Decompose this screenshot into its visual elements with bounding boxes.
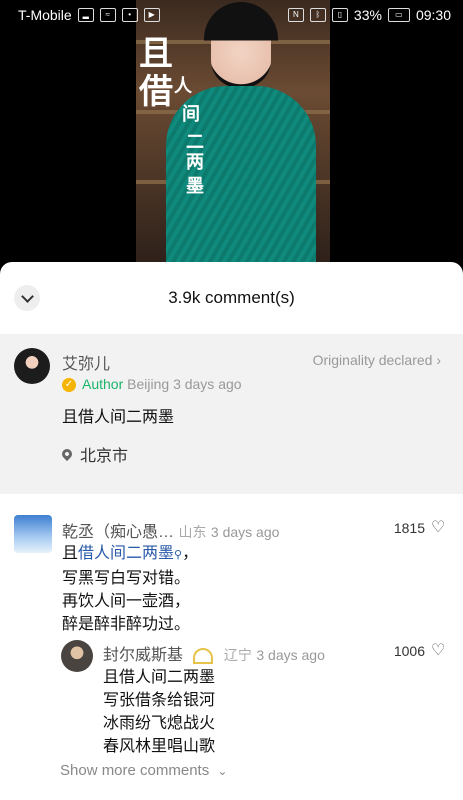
reply-line: 写张借条给银河 xyxy=(103,692,216,709)
battery-percent: 33% xyxy=(353,7,382,23)
username-text: 封尔威斯基 xyxy=(103,647,184,664)
originality-link[interactable]: Originality declared › xyxy=(313,352,441,368)
vibrate-icon: ▯ xyxy=(331,8,348,22)
wifi-icon: ≈ xyxy=(99,8,116,22)
reply-line: 春风林里唱山歌 xyxy=(103,738,216,755)
chevron-down-icon: ⌄ xyxy=(217,764,228,778)
video-title-char: 人 xyxy=(174,76,192,97)
pinned-author-comment[interactable]: 艾弥儿 Originality declared › ✓ Author Beiji… xyxy=(0,334,463,494)
app-icon: ▶ xyxy=(143,8,160,22)
reply-location: 辽宁 xyxy=(223,647,252,663)
author-meta: ✓ Author Beijing 3 days ago xyxy=(62,376,242,393)
comment-location: 山东 xyxy=(178,524,207,540)
timestamp: 3 days ago xyxy=(210,524,280,540)
originality-label: Originality declared xyxy=(312,352,433,368)
heart-icon xyxy=(431,640,445,660)
chevron-down-icon xyxy=(20,289,34,303)
search-link[interactable]: 借人间二两墨 xyxy=(78,545,174,562)
like-button[interactable]: 1815 xyxy=(393,517,446,537)
author-badge: Author xyxy=(82,376,124,392)
text-plain: 且 xyxy=(62,545,79,562)
nfc-icon: N xyxy=(287,8,304,22)
fan-badge-icon xyxy=(193,647,214,664)
show-more-comments-button[interactable]: Show more comments ⌄ xyxy=(60,762,227,779)
comment-text: 且借人间二两墨 xyxy=(62,409,175,426)
comment-text: 且借人间二两墨⚲， 写黑写白写对错。 再饮人间一壶酒， 醉是醉非醉功过。 xyxy=(62,542,198,636)
reply-line: 冰雨纷飞熄战火 xyxy=(103,715,216,732)
avatar[interactable] xyxy=(14,348,50,384)
search-icon: ⚲ xyxy=(174,549,183,561)
location-pin-icon xyxy=(59,446,75,462)
timestamp: 3 days ago xyxy=(256,647,325,663)
like-count: 1006 xyxy=(393,643,425,659)
show-more-label: Show more comments xyxy=(60,762,210,779)
comment-line: 醉是醉非醉功过。 xyxy=(62,616,191,633)
verified-icon: ✓ xyxy=(62,378,76,393)
like-button[interactable]: 1006 xyxy=(393,640,446,660)
clock: 09:30 xyxy=(415,7,451,23)
avatar[interactable] xyxy=(61,640,93,672)
location-name: 北京市 xyxy=(80,448,129,465)
battery-icon: ▭ xyxy=(387,8,410,22)
author-username[interactable]: 艾弥儿 xyxy=(62,350,110,374)
reply-text: 且借人间二两墨 写张借条给银河 冰雨纷飞熄战火 春风林里唱山歌 xyxy=(103,666,215,758)
collapse-button[interactable] xyxy=(14,285,40,311)
timestamp: 3 days ago xyxy=(173,376,242,392)
chevron-right-icon: › xyxy=(436,352,441,368)
video-title-char: 间 xyxy=(182,104,200,125)
reply-line: 且借人间二两墨 xyxy=(103,669,216,686)
video-title-char: 借 xyxy=(139,72,173,112)
location: Beijing xyxy=(127,376,170,392)
comment-line: 写黑写白写对错。 xyxy=(62,570,191,587)
video-player[interactable]: 且 借 人 间 二 两 墨 xyxy=(0,0,463,262)
text-plain: ， xyxy=(182,545,199,562)
username-text: 乾丞（痴心愚… xyxy=(62,524,175,541)
comments-sheet: 3.9k comment(s) 艾弥儿 Originality declared… xyxy=(0,262,463,800)
like-count: 1815 xyxy=(393,520,425,536)
comment-count: 3.9k comment(s) xyxy=(168,288,295,307)
reply-username[interactable]: 封尔威斯基 辽宁 3 days ago xyxy=(103,641,325,665)
bluetooth-icon: ᛒ xyxy=(309,8,326,22)
notification-icon: • xyxy=(121,8,138,22)
video-title-char: 两 xyxy=(186,152,204,173)
status-bar: T-Mobile ▂ ≈ • ▶ N ᛒ ▯ 33% ▭ 09:30 xyxy=(0,0,463,30)
comment-line: 再饮人间一壶酒， xyxy=(62,593,191,610)
avatar[interactable] xyxy=(14,515,52,553)
heart-icon xyxy=(431,517,445,537)
signal-icon: ▂ xyxy=(77,8,94,22)
video-title-char: 墨 xyxy=(186,176,204,197)
commenter-username[interactable]: 乾丞（痴心愚… 山东 3 days ago xyxy=(62,518,279,542)
carrier-label: T-Mobile xyxy=(18,7,72,23)
location-tag[interactable]: 北京市 xyxy=(59,442,129,466)
comments-header: 3.9k comment(s) xyxy=(0,262,463,334)
